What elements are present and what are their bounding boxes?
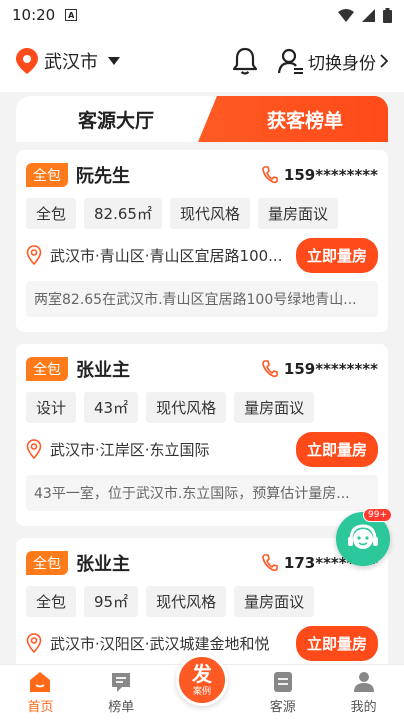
home-icon: [30, 671, 51, 692]
tag: 量房面议: [257, 198, 338, 229]
signal-icon: [362, 8, 375, 22]
notification-bell[interactable]: [232, 47, 258, 75]
client-description: 两室82.65在武汉市.青山区宜居路100号绿地青山...: [26, 281, 378, 317]
list-icon: [112, 672, 131, 692]
chevron-right-icon: [380, 54, 388, 68]
tab-mine[interactable]: 我的: [323, 665, 404, 720]
tab-home[interactable]: 首页: [0, 665, 81, 720]
tag-list: 设计 43㎡ 现代风格 量房面议: [26, 392, 378, 423]
status-bar: 10:20 A: [0, 0, 404, 30]
measure-now-button[interactable]: 立即量房: [295, 237, 378, 273]
client-address: 武汉市·江岸区·东立国际: [50, 440, 210, 459]
client-address: 武汉市·青山区·青山区宜居路100...: [50, 246, 283, 265]
tag: 量房面议: [234, 392, 315, 423]
client-name: 阮先生: [76, 166, 130, 187]
package-badge: 全包: [26, 163, 68, 187]
chevron-down-icon: [108, 57, 120, 65]
tag: 现代风格: [146, 392, 227, 423]
tab-clients-label: 客源: [269, 699, 296, 715]
tag-list: 全包 95㎡ 现代风格 量房面议: [26, 586, 378, 617]
client-list: 全包 阮先生 159******** 全包 82.65㎡ 现代风格 量房面议 武…: [16, 150, 388, 720]
top-header: 武汉市 切换身份: [0, 30, 404, 92]
client-name: 张业主: [76, 554, 130, 575]
package-badge: 全包: [26, 357, 68, 381]
hall-tabs: 客源大厅 获客榜单: [16, 96, 388, 142]
phone-icon: [262, 554, 278, 572]
measure-now-button[interactable]: 立即量房: [295, 431, 378, 467]
user-icon: [353, 671, 374, 692]
publish-case-button[interactable]: 发 案例: [176, 654, 228, 706]
wifi-icon: [338, 8, 354, 22]
location-outline-icon: [26, 439, 42, 459]
switch-identity-label: 切换身份: [308, 53, 376, 74]
customer-service-button[interactable]: 99+: [336, 508, 392, 566]
tab-mine-label: 我的: [350, 699, 377, 715]
battery-icon: [383, 7, 392, 23]
client-name: 张业主: [76, 360, 130, 381]
phone-number: 159********: [283, 360, 378, 378]
tag: 82.65㎡: [84, 198, 162, 229]
notification-a-icon: A: [65, 9, 78, 21]
phone-contact[interactable]: 159********: [262, 360, 378, 378]
user-switch-icon: [278, 48, 303, 74]
phone-number: 159********: [283, 166, 378, 184]
location-pin-icon: [16, 48, 38, 74]
tag: 设计: [26, 392, 77, 423]
tag: 43㎡: [84, 392, 139, 423]
tab-client-hall[interactable]: 客源大厅: [16, 96, 216, 142]
tag: 95㎡: [84, 586, 139, 617]
phone-contact[interactable]: 159********: [262, 166, 378, 184]
location-outline-icon: [26, 633, 42, 653]
client-card[interactable]: 全包 张业主 159******** 设计 43㎡ 现代风格 量房面议 武汉市·…: [16, 344, 388, 526]
tag: 全包: [26, 198, 77, 229]
phone-icon: [262, 166, 278, 184]
client-address: 武汉市·汉阳区·武汉城建金地和悦: [50, 634, 270, 653]
package-badge: 全包: [26, 551, 68, 575]
measure-now-button[interactable]: 立即量房: [295, 625, 378, 661]
publish-label: 发: [192, 661, 212, 686]
bell-icon: [232, 47, 258, 75]
client-description: 43平一室，位于武汉市.东立国际，预算估计量房...: [26, 475, 378, 511]
unread-badge: 99+: [363, 508, 392, 522]
city-selector[interactable]: 武汉市: [16, 48, 120, 74]
document-icon: [273, 671, 292, 692]
location-outline-icon: [26, 245, 42, 265]
tab-clients[interactable]: 客源: [242, 665, 323, 720]
tab-rank[interactable]: 榜单: [81, 665, 162, 720]
phone-icon: [262, 360, 278, 378]
city-name: 武汉市: [44, 52, 98, 73]
tag: 量房面议: [234, 586, 315, 617]
support-agent-icon: [348, 524, 378, 549]
tab-home-label: 首页: [27, 699, 54, 715]
tag: 全包: [26, 586, 77, 617]
tag: 现代风格: [169, 198, 250, 229]
client-card[interactable]: 全包 阮先生 159******** 全包 82.65㎡ 现代风格 量房面议 武…: [16, 150, 388, 332]
status-time: 10:20: [12, 6, 56, 24]
case-label: 案例: [192, 686, 211, 697]
tag: 现代风格: [146, 586, 227, 617]
tag-list: 全包 82.65㎡ 现代风格 量房面议: [26, 198, 378, 229]
tab-rank-label: 榜单: [108, 699, 135, 715]
switch-identity-button[interactable]: 切换身份: [278, 48, 388, 74]
tab-leaderboard[interactable]: 获客榜单: [198, 96, 388, 142]
